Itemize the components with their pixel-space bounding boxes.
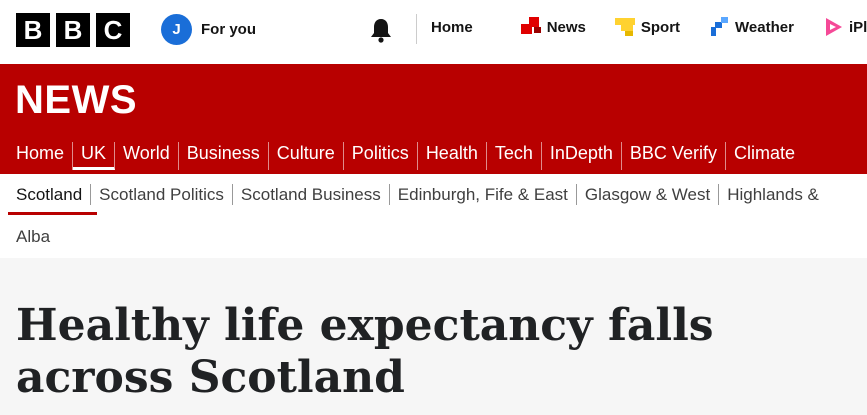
main-nav: Home UK World Business Culture Politics … bbox=[0, 132, 867, 174]
top-nav-sport-label: Sport bbox=[640, 18, 681, 36]
article-headline: Healthy life expectancy falls across Sco… bbox=[16, 300, 714, 403]
main-nav-home[interactable]: Home bbox=[8, 142, 74, 170]
bell-icon[interactable] bbox=[369, 17, 393, 43]
logo-letter-b2: B bbox=[56, 13, 90, 47]
main-nav-tech[interactable]: Tech bbox=[487, 142, 542, 170]
sub-nav-alba[interactable]: Alba bbox=[16, 227, 50, 247]
news-logo[interactable]: NEWS bbox=[15, 78, 137, 123]
sub-nav: Scotland Scotland Politics Scotland Busi… bbox=[0, 174, 867, 258]
top-nav-news-label: News bbox=[546, 18, 586, 36]
sport-icon bbox=[614, 18, 635, 36]
avatar: J bbox=[161, 14, 192, 45]
top-nav-home[interactable]: Home bbox=[431, 19, 473, 36]
sub-nav-scotland[interactable]: Scotland bbox=[8, 184, 92, 205]
top-nav-sport[interactable]: Sport bbox=[614, 17, 681, 37]
news-icon bbox=[520, 17, 541, 34]
sub-nav-highlands[interactable]: Highlands & bbox=[719, 184, 827, 205]
top-nav-iplayer[interactable]: iPlayer bbox=[823, 17, 867, 37]
main-nav-climate[interactable]: Climate bbox=[726, 142, 803, 170]
bbc-logo[interactable]: B B C bbox=[16, 13, 130, 47]
top-nav: Home News Sport Weather iPl bbox=[431, 17, 867, 37]
header-divider bbox=[416, 14, 417, 44]
main-nav-health[interactable]: Health bbox=[418, 142, 487, 170]
sub-nav-edinburgh-fife-east[interactable]: Edinburgh, Fife & East bbox=[390, 184, 577, 205]
for-you-label: For you bbox=[201, 21, 256, 38]
iplayer-icon bbox=[825, 18, 842, 36]
main-nav-politics[interactable]: Politics bbox=[344, 142, 418, 170]
sub-nav-scotland-business[interactable]: Scotland Business bbox=[233, 184, 390, 205]
weather-icon bbox=[711, 17, 729, 36]
top-nav-weather-label: Weather bbox=[735, 18, 794, 36]
main-nav-bbc-verify[interactable]: BBC Verify bbox=[622, 142, 726, 170]
sub-nav-glasgow-west[interactable]: Glasgow & West bbox=[577, 184, 720, 205]
logo-letter-b1: B bbox=[16, 13, 50, 47]
main-nav-uk[interactable]: UK bbox=[73, 142, 116, 170]
main-nav-indepth[interactable]: InDepth bbox=[542, 142, 622, 170]
for-you-button[interactable]: J For you bbox=[161, 14, 256, 45]
top-nav-weather[interactable]: Weather bbox=[709, 17, 794, 37]
main-nav-business[interactable]: Business bbox=[179, 142, 269, 170]
main-nav-culture[interactable]: Culture bbox=[269, 142, 344, 170]
top-nav-home-label: Home bbox=[431, 18, 473, 36]
news-brand-bar: NEWS bbox=[0, 64, 867, 132]
top-nav-iplayer-label: iPlayer bbox=[848, 18, 867, 36]
logo-letter-c: C bbox=[96, 13, 130, 47]
main-nav-world[interactable]: World bbox=[115, 142, 179, 170]
top-nav-news[interactable]: News bbox=[520, 17, 586, 37]
top-bar: B B C J For you Home News Sport Weather … bbox=[0, 0, 867, 64]
sub-nav-scotland-politics[interactable]: Scotland Politics bbox=[91, 184, 233, 205]
active-section-underline bbox=[8, 212, 97, 215]
